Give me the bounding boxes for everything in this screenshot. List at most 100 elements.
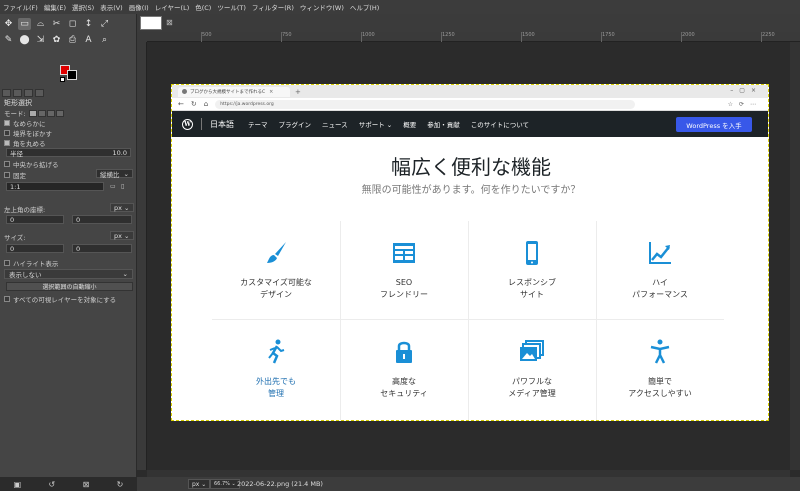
scissors-tool-icon[interactable]: ✂ <box>50 18 63 30</box>
reset-options-icon[interactable]: ↻ <box>117 480 124 489</box>
crop-tool-icon[interactable]: ◻ <box>66 18 79 30</box>
mode-subtract-icon[interactable] <box>46 109 55 117</box>
pencil-tool-icon[interactable]: ✎ <box>2 34 15 46</box>
menu-windows[interactable]: ウィンドウ(W) <box>300 2 344 12</box>
path-tool-icon[interactable]: ⎙ <box>66 34 79 46</box>
menu-image[interactable]: 画像(I) <box>129 2 149 12</box>
menu-tools[interactable]: ツール(T) <box>217 2 246 12</box>
radius-slider[interactable]: 半径 10.0 <box>6 148 131 158</box>
mode-intersect-icon[interactable] <box>55 109 64 117</box>
position-x-value: 0 <box>10 215 15 224</box>
highlight-row[interactable]: ハイライト表示 <box>4 258 58 268</box>
rounded-checkbox[interactable] <box>4 140 10 146</box>
menu-edit[interactable]: 編集(E) <box>44 2 66 12</box>
background-color-swatch[interactable] <box>67 70 77 80</box>
close-icon[interactable]: × <box>269 89 273 95</box>
antialias-row[interactable]: なめらかに <box>4 118 46 128</box>
zoom-tool-icon[interactable]: ⌕ <box>98 34 111 46</box>
position-x-input[interactable]: 0 <box>6 215 64 224</box>
browser-toolbar-icons[interactable]: ☆⟳⋯ <box>728 101 762 108</box>
menu-filters[interactable]: フィルター(R) <box>252 2 294 12</box>
move-tool-icon[interactable]: ✥ <box>2 18 15 30</box>
layout-icon <box>393 243 415 263</box>
landscape-icon[interactable]: ▭ <box>110 183 116 190</box>
auto-shrink-button[interactable]: 選択範囲の自動縮小 <box>6 282 133 291</box>
horizontal-scrollbar[interactable] <box>147 470 790 477</box>
image-canvas[interactable]: ブログから大規模サイトまで作れるC × + –▢× ← ↻ ⌂ https://… <box>171 84 769 421</box>
menu-colors[interactable]: 色(C) <box>195 2 211 12</box>
nav-link-this-site[interactable]: このサイトについて <box>471 119 529 129</box>
reload-icon[interactable]: ↻ <box>191 100 197 108</box>
tool-options-tab[interactable] <box>2 89 11 97</box>
all-layers-row[interactable]: すべての可視レイヤーを対象にする <box>4 294 116 304</box>
save-options-icon[interactable]: ▣ <box>14 480 22 489</box>
expand-center-row[interactable]: 中央から拡げる <box>4 159 59 169</box>
status-bar: px ⌄ 66.7% ⌄ 2022-06-22.png (21.4 MB) <box>137 477 800 491</box>
clone-tool-icon[interactable]: ✿ <box>50 34 63 46</box>
undo-history-tab[interactable] <box>24 89 33 97</box>
feather-checkbox[interactable] <box>4 130 10 136</box>
back-icon[interactable]: ← <box>178 100 184 108</box>
rect-select-tool-icon[interactable]: ▭ <box>18 18 31 30</box>
mode-replace-icon[interactable] <box>28 109 37 117</box>
nav-link-news[interactable]: ニュース <box>322 119 348 129</box>
feather-row[interactable]: 境界をぼかす <box>4 128 52 138</box>
close-icon[interactable]: ⊠ <box>166 18 173 27</box>
image-thumbnail[interactable] <box>140 16 162 30</box>
position-y-input[interactable]: 0 <box>72 215 132 224</box>
feature-label[interactable]: 外出先でも 管理 <box>212 376 340 400</box>
vertical-scrollbar[interactable] <box>790 42 800 470</box>
nav-link-about[interactable]: 概要 <box>403 119 416 129</box>
wordpress-logo-icon[interactable]: W <box>182 118 193 130</box>
site-brand[interactable]: 日本語 <box>210 119 234 130</box>
highlight-checkbox[interactable] <box>4 260 10 266</box>
new-tab-icon[interactable]: + <box>295 88 301 96</box>
default-colors-icon[interactable] <box>60 77 65 82</box>
window-controls-icon[interactable]: –▢× <box>730 87 762 94</box>
nav-link-themes[interactable]: テーマ <box>248 119 268 129</box>
all-layers-checkbox[interactable] <box>4 296 10 302</box>
expand-center-checkbox[interactable] <box>4 161 10 167</box>
get-wordpress-button[interactable]: WordPress を入手 <box>676 117 752 132</box>
delete-options-icon[interactable]: ⊠ <box>83 480 90 489</box>
menu-view[interactable]: 表示(V) <box>100 2 123 12</box>
fixed-mode-select[interactable]: 縦横比 ⌄ <box>96 169 133 179</box>
menu-file[interactable]: ファイル(F) <box>3 2 38 12</box>
images-tab[interactable] <box>35 89 44 97</box>
horizontal-ruler[interactable]: 500 750 1000 1250 1500 1750 2000 2250 <box>147 32 800 42</box>
guides-select[interactable]: 表示しない ⌄ <box>4 269 133 279</box>
nav-link-plugins[interactable]: プラグイン <box>279 119 312 129</box>
url-field[interactable]: https://ja.wordpress.org <box>215 99 636 109</box>
browser-tab[interactable]: ブログから大規模サイトまで作れるC × <box>178 86 290 97</box>
bucket-fill-tool-icon[interactable]: ⬤ <box>18 34 31 46</box>
ruler-tick: 2000 <box>681 32 695 42</box>
antialias-checkbox[interactable] <box>4 120 10 126</box>
unit-select[interactable]: px ⌄ <box>188 479 211 489</box>
position-unit-select[interactable]: px ⌄ <box>110 203 134 212</box>
ratio-input[interactable]: 1:1 <box>6 182 104 191</box>
lasso-tool-icon[interactable]: ⌓ <box>34 18 47 30</box>
restore-options-icon[interactable]: ↺ <box>49 480 56 489</box>
portrait-icon[interactable]: ▯ <box>121 183 124 190</box>
nav-link-contribute[interactable]: 参加・貢献 <box>427 119 460 129</box>
position-row: 左上角の座標: <box>4 204 45 214</box>
zoom-select[interactable]: 66.7% ⌄ <box>210 479 240 489</box>
home-icon[interactable]: ⌂ <box>204 100 208 108</box>
mode-add-icon[interactable] <box>37 109 46 117</box>
nav-link-support[interactable]: サポート ⌄ <box>359 119 393 129</box>
transform-tool-icon[interactable]: ↕ <box>82 18 95 30</box>
vertical-ruler[interactable] <box>137 42 147 470</box>
device-status-tab[interactable] <box>13 89 22 97</box>
fixed-checkbox[interactable] <box>4 172 10 178</box>
rounded-row[interactable]: 角を丸める <box>4 138 46 148</box>
size-height-input[interactable]: 0 <box>72 244 132 253</box>
size-width-input[interactable]: 0 <box>6 244 64 253</box>
size-unit-select[interactable]: px ⌄ <box>110 231 134 240</box>
menu-layer[interactable]: レイヤー(L) <box>155 2 190 12</box>
text-tool-icon[interactable]: A <box>82 34 95 46</box>
menu-help[interactable]: ヘルプ(H) <box>350 2 379 12</box>
warp-tool-icon[interactable]: ⤢ <box>98 18 111 30</box>
airbrush-tool-icon[interactable]: ⇲ <box>34 34 47 46</box>
menu-select[interactable]: 選択(S) <box>72 2 94 12</box>
feature-card[interactable]: 外出先でも 管理 <box>212 320 340 418</box>
